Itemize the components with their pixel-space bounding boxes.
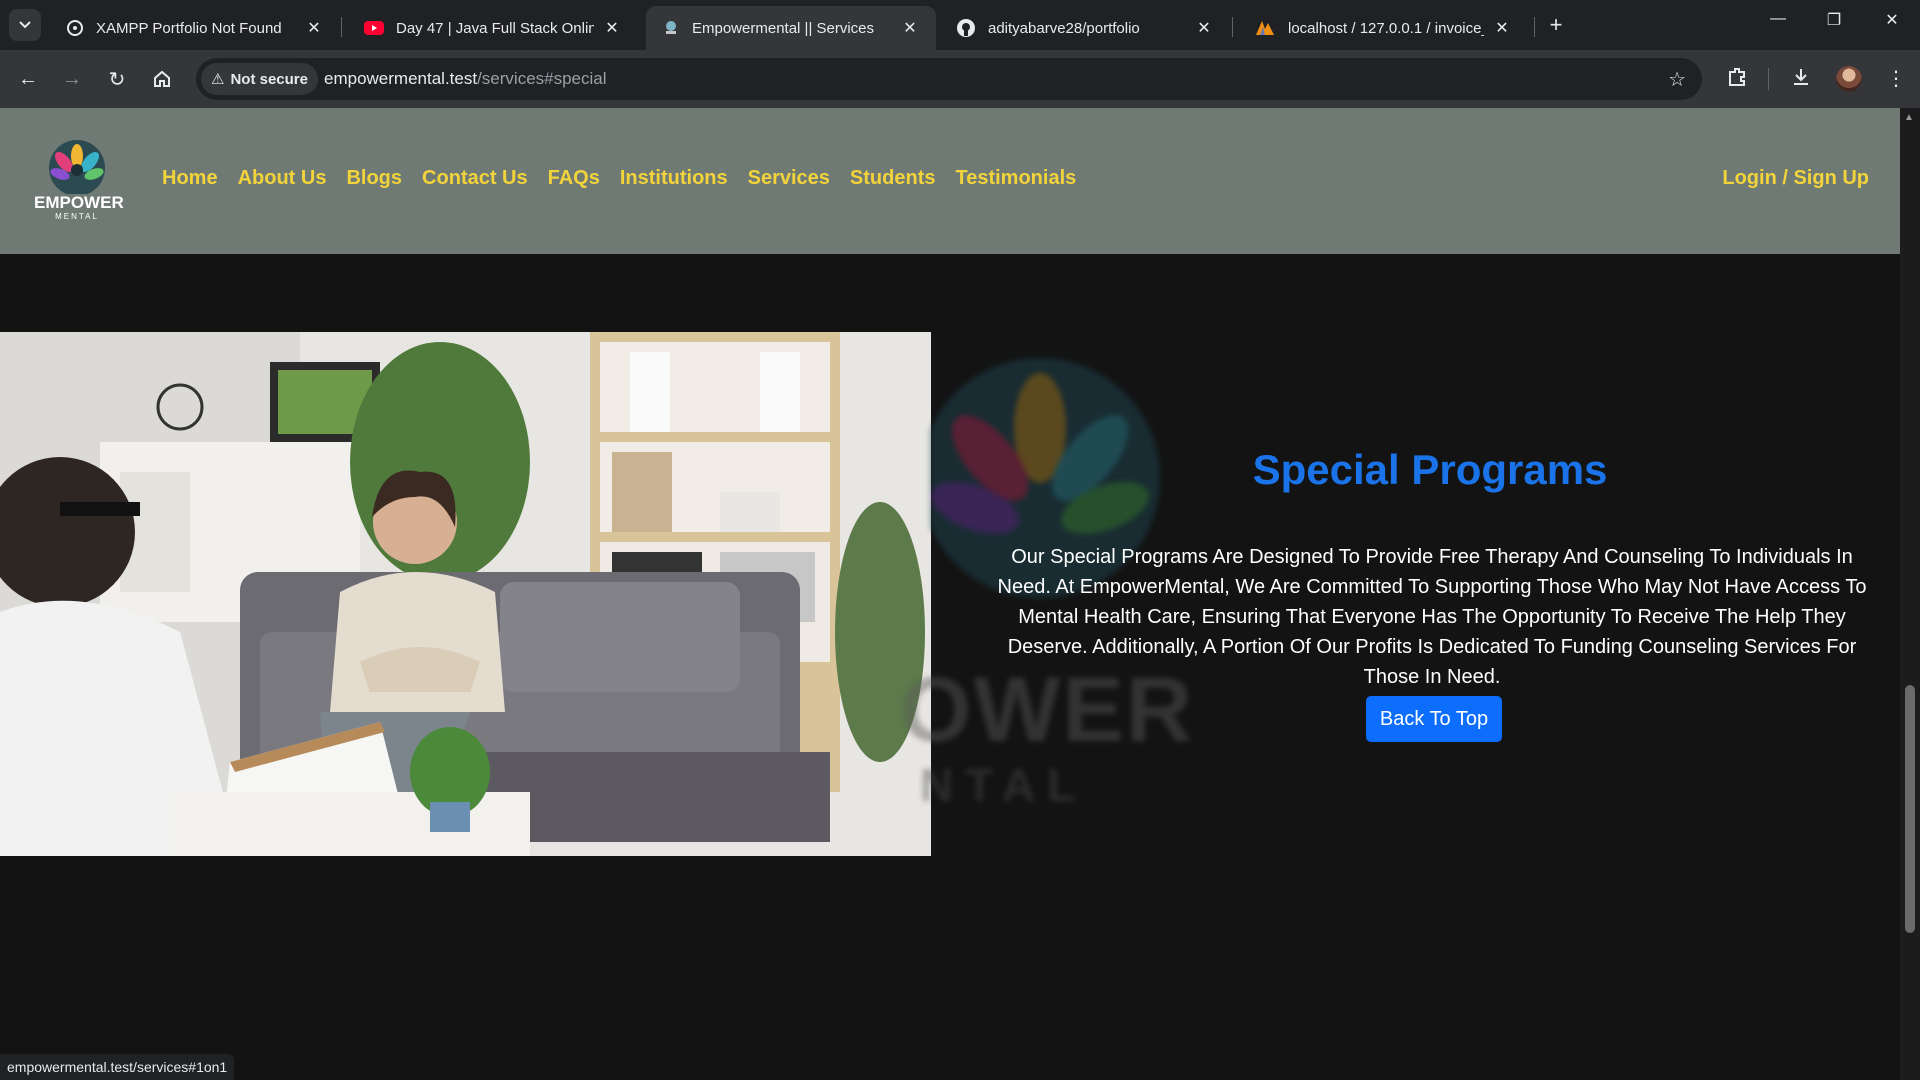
url-host: empowermental.test (324, 69, 478, 88)
logo-subtext: MENTAL (55, 212, 99, 221)
url-path: /services#special (477, 69, 607, 88)
scrollbar-thumb[interactable] (1905, 685, 1915, 933)
close-icon[interactable]: ✕ (602, 18, 622, 38)
profile-avatar[interactable] (1836, 66, 1862, 92)
back-button[interactable]: ← (14, 65, 42, 93)
nav-services[interactable]: Services (748, 167, 830, 190)
main-nav: Home About Us Blogs Contact Us FAQs Inst… (162, 167, 1076, 190)
brain-flower-logo-icon (49, 140, 105, 196)
close-icon[interactable]: ✕ (1492, 18, 1512, 38)
security-chip[interactable]: ⚠ Not secure (201, 63, 318, 95)
tab-divider (341, 17, 342, 37)
minimize-button[interactable]: — (1758, 10, 1798, 28)
nav-blogs[interactable]: Blogs (346, 167, 402, 190)
tab-strip: XAMPP Portfolio Not Found ✕ Day 47 | Jav… (0, 0, 1920, 50)
nav-contact-us[interactable]: Contact Us (422, 167, 528, 190)
close-window-button[interactable]: ✕ (1872, 10, 1912, 30)
tab-title: Empowermental || Services (692, 19, 875, 37)
warning-icon: ⚠ (211, 71, 225, 88)
address-bar[interactable]: ⚠ Not secure empowermental.test/services… (196, 58, 1702, 100)
login-signup-link[interactable]: Login / Sign Up (1722, 167, 1869, 190)
chevron-down-icon (19, 21, 31, 29)
close-icon[interactable]: ✕ (304, 18, 324, 38)
close-icon[interactable]: ✕ (1194, 18, 1214, 38)
close-icon[interactable]: ✕ (900, 18, 920, 38)
menu-kebab-icon[interactable]: ⋮ (1886, 66, 1906, 91)
new-tab-button[interactable]: + (1542, 12, 1570, 38)
tab-youtube[interactable]: Day 47 | Java Full Stack Online T ✕ (348, 6, 638, 50)
security-label: Not secure (230, 70, 308, 88)
toolbar-divider (1768, 68, 1769, 90)
youtube-icon (364, 21, 384, 35)
nav-institutions[interactable]: Institutions (620, 167, 728, 190)
home-button[interactable] (148, 65, 176, 93)
bookmark-star-icon[interactable]: ☆ (1668, 67, 1686, 92)
url-text[interactable]: empowermental.test/services#special (324, 69, 607, 89)
github-icon (957, 19, 975, 37)
back-to-top-button[interactable]: Back To Top (1366, 696, 1502, 742)
tab-title: XAMPP Portfolio Not Found (96, 19, 282, 37)
tab-title: Day 47 | Java Full Stack Online T (396, 19, 594, 37)
tab-title: adityabarve28/portfolio (988, 19, 1140, 37)
tab-phpmyadmin[interactable]: localhost / 127.0.0.1 / invoice_n ✕ (1238, 6, 1528, 50)
home-icon (154, 70, 170, 87)
xampp-icon (67, 20, 83, 36)
site-header: EMPOWER MENTAL Home About Us Blogs Conta… (0, 108, 1900, 254)
nav-faqs[interactable]: FAQs (548, 167, 600, 190)
tab-divider (1534, 17, 1535, 37)
download-icon[interactable] (1790, 66, 1812, 93)
site-logo[interactable]: EMPOWER MENTAL (34, 138, 124, 224)
web-page: EMPOWER MENTAL Home About Us Blogs Conta… (0, 108, 1900, 1080)
link-status-bar: empowermental.test/services#1on1 (0, 1054, 235, 1080)
extensions-icon[interactable] (1726, 66, 1748, 93)
phpmyadmin-icon (1256, 21, 1274, 35)
nav-students[interactable]: Students (850, 167, 936, 190)
tab-xampp[interactable]: XAMPP Portfolio Not Found ✕ (50, 6, 340, 50)
logo-text: EMPOWER (34, 193, 124, 212)
tab-divider (1232, 17, 1233, 37)
restore-button[interactable]: ❐ (1814, 10, 1854, 30)
watermark-subtext: NTAL (920, 759, 1088, 811)
nav-home[interactable]: Home (162, 167, 218, 190)
tab-search-button[interactable] (9, 9, 41, 41)
nav-about-us[interactable]: About Us (238, 167, 327, 190)
reload-button[interactable]: ↻ (103, 65, 131, 93)
browser-toolbar: ← → ↻ ⚠ Not secure empowermental.test/se… (0, 50, 1920, 108)
tab-title: localhost / 127.0.0.1 / invoice_n (1288, 19, 1484, 37)
forward-button[interactable]: → (58, 65, 86, 93)
counseling-session-image (0, 332, 931, 856)
tab-empowermental[interactable]: Empowermental || Services ✕ (646, 6, 936, 50)
page-scrollbar[interactable]: ▲ (1900, 108, 1920, 1080)
nav-testimonials[interactable]: Testimonials (955, 167, 1076, 190)
section-title: Special Programs (1252, 446, 1608, 493)
site-favicon (666, 21, 676, 34)
section-description: Our Special Programs Are Designed To Pro… (997, 546, 1867, 688)
tab-github[interactable]: adityabarve28/portfolio ✕ (940, 6, 1230, 50)
scroll-up-arrow-icon[interactable]: ▲ (1904, 112, 1914, 123)
